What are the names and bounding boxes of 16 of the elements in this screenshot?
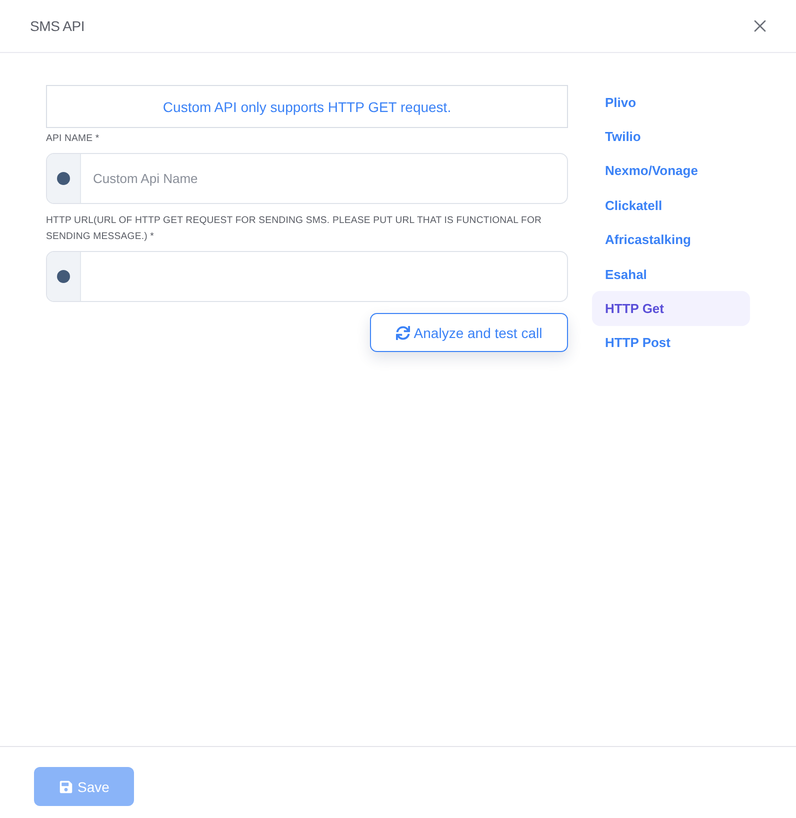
provider-tab[interactable]: Clickatell: [592, 188, 750, 223]
provider-tab[interactable]: Africastalking: [592, 222, 750, 257]
field-label: API NAME *: [46, 132, 100, 146]
info-notice: Custom API only supports HTTP GET request.: [46, 85, 568, 128]
dot-icon: [57, 172, 70, 185]
dialog-title: SMS API: [30, 18, 85, 34]
dot-icon: [57, 270, 70, 283]
provider-tab[interactable]: Twilio: [592, 119, 750, 154]
refresh-icon: [396, 326, 410, 340]
provider-tab[interactable]: HTTP Get: [592, 291, 750, 326]
analyze-test-button[interactable]: Analyze and test call: [370, 313, 568, 352]
provider-tab[interactable]: Esahal: [592, 256, 750, 292]
provider-tab[interactable]: Plivo: [592, 85, 750, 120]
field-label: HTTP URL(URL OF HTTP GET REQUEST FOR SENDING SMS. PLEASE PUT URL THAT IS FUNCTIONAL FOR SENDING MESSAGE.) *: [46, 214, 543, 244]
provider-tab[interactable]: Nexmo/Vonage: [592, 154, 750, 188]
provider-tab[interactable]: HTTP Post: [592, 326, 750, 360]
